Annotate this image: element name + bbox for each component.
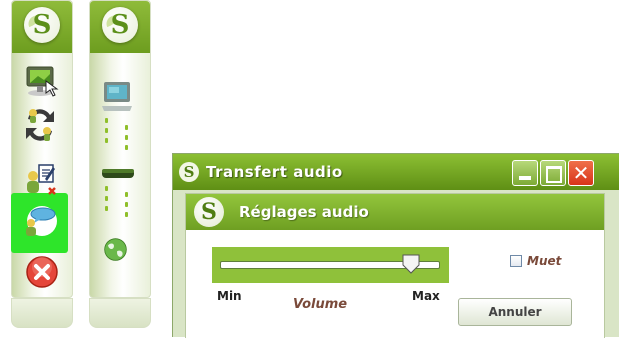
toolbar-secondary-footer[interactable] (89, 298, 151, 328)
toolbar-main: S (11, 0, 73, 298)
computer-icon[interactable] (100, 80, 136, 116)
cancel-button-label: Annuler (488, 305, 542, 319)
panel-title: Réglages audio (239, 203, 369, 221)
audio-settings-panel: S Réglages audio Muet Min Max Volume Ann… (185, 193, 605, 338)
connector-dots (105, 118, 108, 148)
maximize-button[interactable] (540, 160, 566, 186)
volume-label: Volume (293, 297, 348, 312)
toolbar-main-footer[interactable] (11, 298, 73, 328)
user-edit-icon[interactable] (23, 162, 59, 198)
close-window-button[interactable]: ✕ (568, 160, 594, 186)
panel-header: S Réglages audio (186, 194, 604, 230)
toolbar-header: S (12, 1, 72, 53)
cancel-button[interactable]: Annuler (458, 298, 572, 326)
mute-checkbox-box[interactable] (510, 255, 522, 267)
globe-icon[interactable] (103, 237, 133, 267)
app-logo-icon: S (24, 7, 60, 43)
connector-dots (125, 192, 128, 222)
volume-max-label: Max (412, 289, 440, 303)
close-x-icon: ✕ (572, 161, 590, 185)
monitor-hand-icon[interactable] (24, 63, 60, 99)
minimize-button[interactable] (512, 160, 538, 186)
dialog-title: Transfert audio (206, 163, 343, 181)
volume-slider[interactable] (212, 247, 449, 283)
volume-slider-thumb[interactable] (402, 254, 420, 274)
app-logo-icon: S (102, 7, 138, 43)
dialog-titlebar[interactable]: S Transfert audio ✕ (173, 154, 619, 190)
close-icon[interactable] (25, 255, 61, 291)
audio-transfer-dialog: S Transfert audio ✕ S Réglages audio Mue… (172, 153, 619, 338)
app-logo-icon: S (194, 197, 224, 227)
mute-label[interactable]: Muet (527, 254, 561, 268)
toolbar-header: S (90, 1, 150, 53)
app-logo-icon: S (179, 162, 199, 182)
connector-dots (125, 125, 128, 155)
volume-min-label: Min (217, 289, 242, 303)
connector-dots (105, 186, 108, 216)
users-exchange-icon[interactable] (22, 107, 58, 143)
user-chat-icon[interactable] (22, 203, 58, 239)
